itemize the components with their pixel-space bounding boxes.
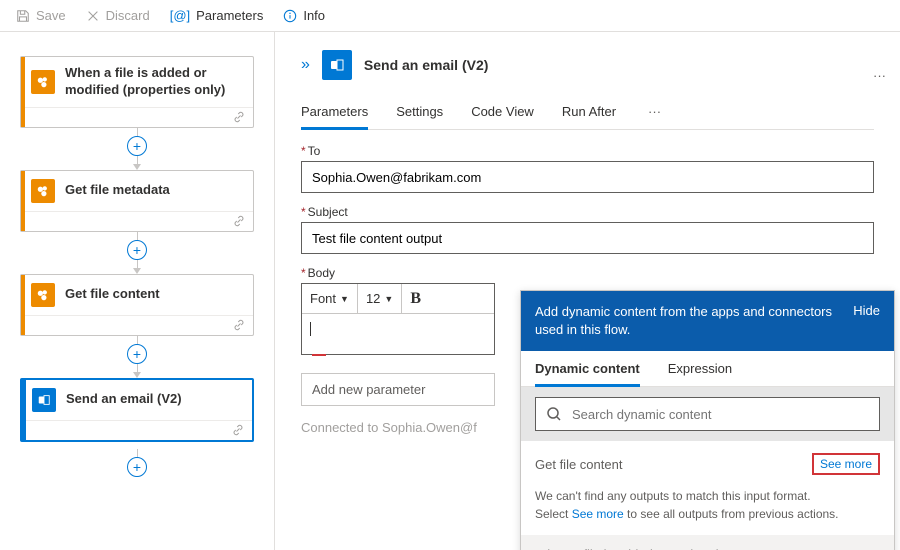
connector: +	[20, 442, 254, 484]
action-editor: ··· » Send an email (V2) Parameters Sett…	[275, 32, 900, 550]
section-get-file-content: Get file content See more	[521, 441, 894, 487]
field-subject: *Subject	[301, 205, 874, 254]
sharepoint-icon	[31, 70, 55, 94]
discard-label: Discard	[106, 8, 150, 23]
link-icon	[233, 215, 245, 227]
connector: +	[20, 336, 254, 378]
link-icon	[233, 111, 245, 123]
see-more-inline-link[interactable]: See more	[572, 507, 624, 521]
step-get-metadata[interactable]: Get file metadata	[20, 170, 254, 232]
parameters-button[interactable]: [@] Parameters	[162, 4, 272, 27]
accent-bar	[22, 380, 26, 440]
body-editor[interactable]: Font▼ 12▼ B	[301, 283, 495, 355]
main-area: When a file is added or modified (proper…	[0, 32, 900, 550]
action-title: Send an email (V2)	[364, 57, 488, 73]
field-to: *To	[301, 144, 874, 193]
tab-settings[interactable]: Settings	[396, 98, 443, 129]
section-title: Get file content	[535, 457, 622, 472]
info-button[interactable]: Info	[275, 4, 333, 27]
add-parameter-dropdown[interactable]: Add new parameter	[301, 373, 495, 406]
accent-bar	[21, 171, 25, 231]
flow-canvas: When a file is added or modified (proper…	[0, 32, 275, 550]
subject-label: Subject	[308, 205, 348, 219]
step-get-content[interactable]: Get file content	[20, 274, 254, 336]
step-title: Get file content	[65, 286, 160, 303]
save-icon	[16, 9, 30, 23]
action-tabs: Parameters Settings Code View Run After …	[301, 98, 874, 130]
info-label: Info	[303, 8, 325, 23]
body-textarea[interactable]	[302, 314, 494, 354]
accent-bar	[21, 57, 25, 127]
info-icon	[283, 9, 297, 23]
tab-dynamic-content[interactable]: Dynamic content	[535, 361, 640, 386]
save-button: Save	[8, 4, 74, 27]
connector: +	[20, 128, 254, 170]
add-step-button[interactable]: +	[127, 457, 147, 477]
body-label: Body	[308, 266, 335, 280]
see-more-link[interactable]: See more	[812, 453, 880, 475]
action-header: » Send an email (V2)	[301, 50, 874, 80]
more-menu[interactable]: ···	[873, 68, 886, 83]
add-step-button[interactable]: +	[127, 344, 147, 364]
top-toolbar: Save Discard [@] Parameters Info	[0, 0, 900, 32]
parameters-label: Parameters	[196, 8, 263, 23]
rte-toolbar: Font▼ 12▼ B	[302, 284, 494, 314]
step-title: When a file is added or modified (proper…	[65, 65, 243, 99]
tab-code-view[interactable]: Code View	[471, 98, 534, 129]
outlook-icon	[32, 388, 56, 412]
no-outputs-message: We can't find any outputs to match this …	[521, 487, 894, 535]
popup-tabs: Dynamic content Expression	[521, 351, 894, 387]
outlook-icon	[322, 50, 352, 80]
link-icon	[232, 424, 244, 436]
subject-input[interactable]	[301, 222, 874, 254]
search-input[interactable]	[572, 407, 869, 422]
search-icon	[546, 406, 562, 422]
discard-button: Discard	[78, 4, 158, 27]
tab-run-after[interactable]: Run After	[562, 98, 616, 129]
step-title: Get file metadata	[65, 182, 170, 199]
dynamic-content-popup: Add dynamic content from the apps and co…	[520, 290, 895, 550]
popup-header: Add dynamic content from the apps and co…	[521, 291, 894, 351]
to-input[interactable]	[301, 161, 874, 193]
step-title: Send an email (V2)	[66, 391, 182, 408]
close-icon	[86, 9, 100, 23]
tab-more[interactable]: ···	[644, 98, 665, 129]
hide-button[interactable]: Hide	[853, 303, 880, 318]
collapse-icon[interactable]: »	[301, 56, 310, 74]
font-size-dropdown[interactable]: 12▼	[358, 284, 402, 313]
link-icon	[233, 319, 245, 331]
section-when-file-added: When a file is added or updated See more	[521, 535, 894, 550]
sharepoint-icon	[31, 179, 55, 203]
search-box[interactable]	[535, 397, 880, 431]
sharepoint-icon	[31, 283, 55, 307]
step-trigger[interactable]: When a file is added or modified (proper…	[20, 56, 254, 128]
tab-expression[interactable]: Expression	[668, 361, 732, 386]
search-area	[521, 387, 894, 441]
accent-bar	[21, 275, 25, 335]
step-send-email[interactable]: Send an email (V2)	[20, 378, 254, 442]
to-label: To	[308, 144, 321, 158]
tab-parameters[interactable]: Parameters	[301, 98, 368, 129]
save-label: Save	[36, 8, 66, 23]
at-icon: [@]	[170, 8, 190, 23]
add-step-button[interactable]: +	[127, 136, 147, 156]
connector: +	[20, 232, 254, 274]
popup-header-text: Add dynamic content from the apps and co…	[535, 303, 841, 339]
font-dropdown[interactable]: Font▼	[302, 284, 358, 313]
add-step-button[interactable]: +	[127, 240, 147, 260]
bold-button[interactable]: B	[402, 284, 429, 313]
